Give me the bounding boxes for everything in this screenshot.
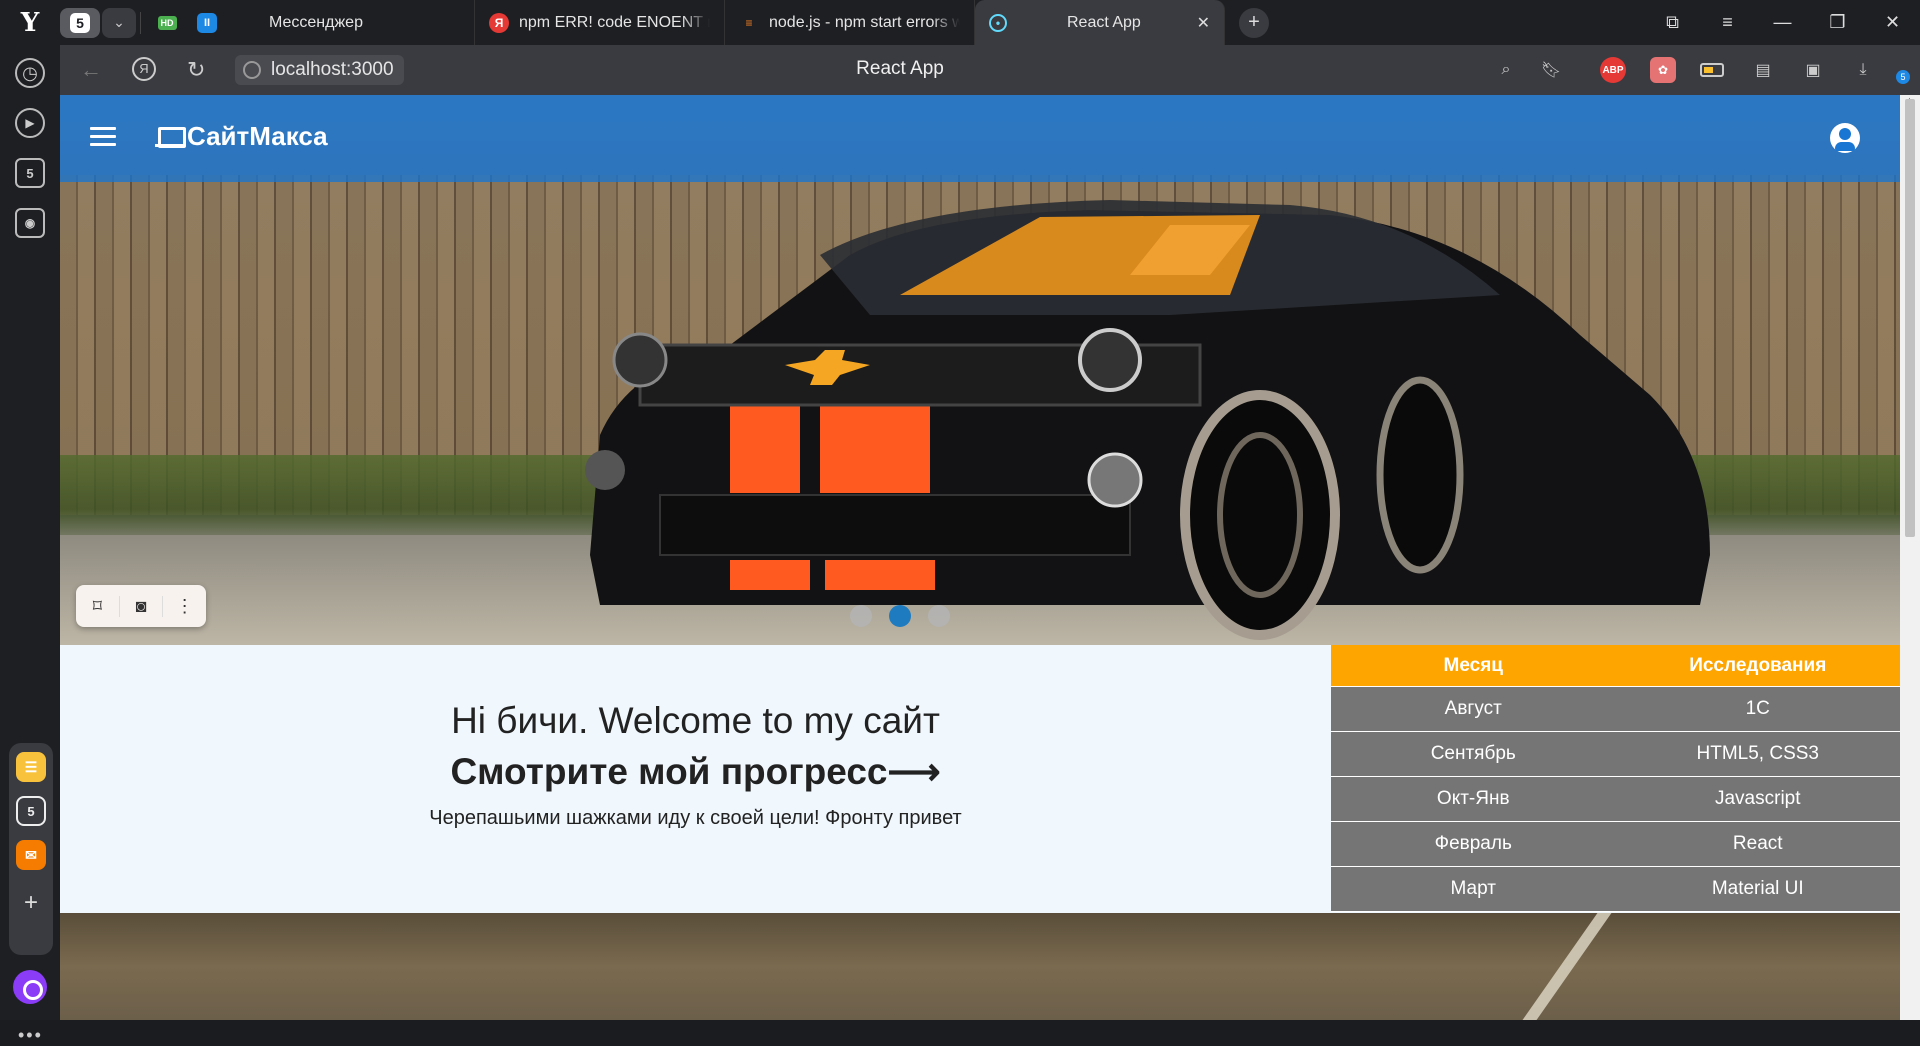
- tab-messenger[interactable]: Мессенджер: [225, 0, 475, 45]
- html5-app-icon[interactable]: 5: [16, 796, 46, 826]
- browser-logo-glyph: Y: [20, 7, 40, 38]
- pinned-tab-hd[interactable]: HD: [149, 8, 185, 38]
- carousel-dots: [60, 605, 1900, 627]
- tab-stackoverflow[interactable]: ≡ node.js - npm start errors w: [725, 0, 975, 45]
- car-image: [585, 200, 1710, 640]
- reading-list-icon[interactable]: ▤: [1750, 57, 1776, 83]
- new-tab-button[interactable]: +: [1239, 7, 1269, 38]
- lower-banner-image: [60, 913, 1900, 1020]
- carousel-dot-2[interactable]: [889, 605, 911, 627]
- adblock-icon[interactable]: ABP: [1600, 57, 1626, 83]
- address-bar: ← Я ↻ localhost:3000 React App ⌕ 🔖︎ ABP …: [60, 45, 1920, 95]
- search-page-icon[interactable]: ⌕: [1493, 57, 1519, 83]
- password-icon[interactable]: ▣: [1800, 57, 1826, 83]
- sidebar-app-group: ☰ 5 ✉ +: [9, 743, 53, 955]
- hero-carousel: СайтМакса ⌑ ◙ ⋮: [60, 95, 1900, 645]
- laptop-icon: [155, 126, 186, 148]
- tab-count-button[interactable]: 5: [60, 7, 100, 38]
- greeting-text: Hi бичи. Welcome to my сайт: [451, 700, 940, 741]
- account-icon[interactable]: [1830, 123, 1860, 153]
- stackoverflow-icon: ≡: [745, 15, 753, 30]
- history-icon[interactable]: ◷: [15, 58, 45, 88]
- more-vert-icon[interactable]: ⋮: [163, 596, 206, 617]
- tab-title: React App: [1067, 13, 1141, 31]
- downloads-badge: 5: [1896, 70, 1910, 84]
- sidebar-tab-badge: 5: [26, 165, 34, 181]
- table-row: Февраль React: [1331, 822, 1900, 867]
- table-row: Сентябрь HTML5, CSS3: [1331, 732, 1900, 777]
- table-header-cell: Исследования: [1689, 654, 1827, 676]
- battery-icon[interactable]: [1700, 63, 1724, 77]
- tab-npm-error[interactable]: Я npm ERR! code ENOENT npm: [475, 0, 725, 45]
- more-icon[interactable]: •••: [18, 1025, 43, 1046]
- chevron-down-icon[interactable]: ⌄: [102, 7, 136, 38]
- table-cell: Февраль: [1434, 833, 1512, 854]
- tab-title: node.js - npm start errors w: [769, 13, 960, 31]
- table-cell: Сентябрь: [1430, 743, 1516, 764]
- extension-icon[interactable]: ✿: [1650, 57, 1676, 83]
- page-viewport: СайтМакса ⌑ ◙ ⋮ Hi бичи. Welcome to my с…: [60, 95, 1900, 1020]
- table-cell: React: [1732, 833, 1783, 854]
- table-header: Месяц Исследования: [1331, 645, 1900, 687]
- browser-sidebar: ◷ ▶ 5 ◉ ☰ 5 ✉ + •••: [0, 45, 60, 1045]
- table-row: Окт-Янв Javascript: [1331, 777, 1900, 822]
- add-app-icon[interactable]: +: [16, 888, 46, 918]
- app-bar: СайтМакса: [60, 95, 1900, 182]
- scrollbar-thumb[interactable]: [1905, 99, 1915, 537]
- image-toolbar: ⌑ ◙ ⋮: [76, 585, 206, 627]
- table-row: Март Material UI: [1331, 867, 1900, 912]
- mail-app-icon[interactable]: ✉: [16, 840, 46, 870]
- table-row: Август 1С: [1331, 687, 1900, 732]
- table-cell: HTML5, CSS3: [1696, 743, 1819, 764]
- tab-divider: [140, 11, 141, 34]
- close-tab-icon[interactable]: ✕: [1197, 13, 1210, 33]
- hd-icon: HD: [157, 15, 177, 30]
- react-icon: •: [989, 13, 1007, 32]
- page-scrollbar[interactable]: ▲: [1900, 95, 1920, 1020]
- table-header-cell: Месяц: [1443, 654, 1503, 676]
- tab-count-icon[interactable]: 5: [15, 158, 45, 188]
- alice-assistant-icon[interactable]: [13, 970, 47, 1004]
- bookmark-icon[interactable]: 🔖︎: [1538, 57, 1564, 83]
- menu-icon[interactable]: ≡: [1700, 12, 1755, 33]
- downloads-icon[interactable]: ⤓: [1850, 57, 1876, 83]
- camera-icon[interactable]: ◙: [120, 595, 164, 617]
- yandex-icon: Я: [489, 12, 509, 33]
- tab-count: 5: [70, 12, 90, 33]
- carousel-dot-3[interactable]: [928, 605, 950, 627]
- browser-logo[interactable]: Y: [0, 0, 60, 45]
- close-window-button[interactable]: ✕: [1865, 12, 1920, 33]
- page-title: React App: [856, 58, 944, 79]
- table-cell: Material UI: [1711, 878, 1804, 899]
- tab-strip: Y 5 ⌄ HD II Мессенджер Я npm ERR! code E…: [0, 0, 1920, 45]
- progress-table: Месяц Исследования Август 1С Сентябрь HT…: [1331, 645, 1900, 912]
- minimize-button[interactable]: —: [1755, 12, 1810, 33]
- road-line: [1522, 913, 1612, 1020]
- progress-heading: Смотрите мой прогресс⟶: [450, 751, 941, 792]
- table-cell: Javascript: [1714, 788, 1801, 809]
- tab-title: Мессенджер: [269, 13, 363, 31]
- table-cell: Окт-Янв: [1436, 788, 1510, 809]
- collections-icon[interactable]: ⧉: [1645, 12, 1700, 33]
- play-icon[interactable]: ▶: [15, 108, 45, 138]
- pause-icon: II: [197, 12, 217, 33]
- restore-button[interactable]: ❐: [1810, 12, 1865, 33]
- window-controls: ⧉ ≡ — ❐ ✕: [1645, 0, 1920, 45]
- screenshot-icon[interactable]: ◉: [15, 208, 45, 238]
- table-cell: Март: [1450, 878, 1496, 899]
- pinned-tab-player[interactable]: II: [189, 8, 225, 38]
- brand-text: СайтМакса: [187, 121, 328, 151]
- notes-app-icon[interactable]: ☰: [16, 752, 46, 782]
- menu-icon[interactable]: [90, 127, 116, 147]
- subtext: Черепашьими шажками иду к своей цели! Фр…: [429, 807, 962, 829]
- welcome-section: Hi бичи. Welcome to my сайт Смотрите мой…: [60, 645, 1331, 913]
- carousel-dot-1[interactable]: [850, 605, 872, 627]
- site-brand[interactable]: СайтМакса: [155, 121, 328, 152]
- table-cell: 1С: [1745, 698, 1770, 719]
- table-cell: Август: [1444, 698, 1502, 719]
- tab-title: npm ERR! code ENOENT npm: [519, 13, 710, 31]
- tab-react-app[interactable]: • React App ✕: [975, 0, 1225, 45]
- bookmark-icon[interactable]: ⌑: [76, 595, 120, 617]
